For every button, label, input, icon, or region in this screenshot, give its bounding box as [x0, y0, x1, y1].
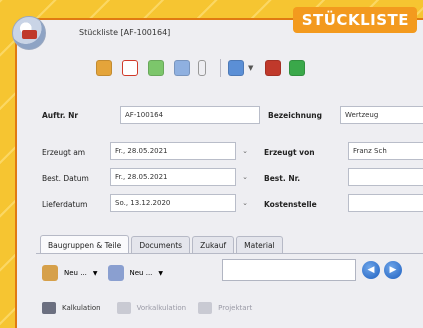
new-part-button[interactable]: Neu ...	[130, 269, 153, 277]
chevron-down-icon[interactable]: ⌄	[238, 194, 252, 212]
projektart-button[interactable]: Projektart	[218, 304, 252, 312]
search-input[interactable]	[222, 259, 356, 281]
sub-toolbar: Neu ... ▼ Neu ... ▼	[42, 262, 163, 284]
list-icon[interactable]	[198, 60, 206, 76]
stueckliste-badge: STÜCKLISTE	[292, 7, 417, 33]
erzeugt-von-field[interactable]: Franz Sch	[348, 142, 423, 160]
chevron-down-icon[interactable]: ▼	[248, 64, 253, 72]
new-assembly-icon[interactable]	[42, 265, 58, 281]
lieferdatum-field[interactable]: So., 13.12.2020	[110, 194, 236, 212]
export-green-icon[interactable]	[148, 60, 164, 76]
auftr-nr-field[interactable]: AF-100164	[120, 106, 260, 124]
tools-green-icon[interactable]	[289, 60, 306, 76]
chevron-down-icon[interactable]: ⌄	[238, 142, 252, 160]
best-datum-field[interactable]: Fr., 28.05.2021	[110, 168, 236, 186]
best-datum-label: Best. Datum	[42, 174, 89, 183]
users-icon[interactable]	[228, 60, 244, 76]
chevron-down-icon[interactable]: ▼	[158, 270, 163, 277]
tab-zukauf[interactable]: Zukauf	[192, 236, 235, 254]
new-document-icon[interactable]	[122, 60, 138, 76]
erzeugt-am-label: Erzeugt am	[42, 148, 86, 157]
tools-icon[interactable]	[265, 60, 282, 76]
lieferdatum-label: Lieferdatum	[42, 200, 88, 209]
kostenstelle-field[interactable]	[348, 194, 423, 212]
erzeugt-von-label: Erzeugt von	[264, 148, 315, 157]
import-blue-icon[interactable]	[174, 60, 190, 76]
vorkalkulation-button[interactable]: Vorkalkulation	[137, 304, 187, 312]
app-logo-icon	[12, 16, 46, 50]
save-icon[interactable]	[96, 60, 112, 76]
auftr-nr-label: Auftr. Nr	[42, 111, 79, 120]
tab-material[interactable]: Material	[236, 236, 283, 254]
new-assembly-button[interactable]: Neu ...	[64, 269, 87, 277]
erzeugt-am-field[interactable]: Fr., 28.05.2021	[110, 142, 236, 160]
window-title: Stückliste [AF-100164]	[79, 27, 171, 37]
kalkulation-button[interactable]: Kalkulation	[62, 304, 101, 312]
tab-documents[interactable]: Documents	[131, 236, 191, 254]
next-icon[interactable]: ▶	[384, 261, 402, 279]
bezeichnung-label: Bezeichnung	[268, 111, 322, 120]
project-type-icon	[198, 302, 213, 314]
new-part-icon[interactable]	[107, 265, 124, 281]
bezeichnung-field[interactable]: Wertzeug	[340, 106, 423, 124]
toolbar-separator	[220, 59, 221, 77]
precalc-icon	[116, 302, 131, 314]
chevron-down-icon[interactable]: ▼	[93, 270, 98, 277]
tab-baugruppen[interactable]: Baugruppen & Teile	[40, 235, 130, 254]
calculator-icon	[42, 302, 56, 314]
detail-tabs: Baugruppen & Teile Documents Zukauf Mate…	[40, 234, 283, 254]
action-row: Kalkulation Vorkalkulation Projektart	[42, 298, 252, 318]
chevron-down-icon[interactable]: ⌄	[238, 168, 252, 186]
previous-icon[interactable]: ◀	[362, 261, 380, 279]
kostenstelle-label: Kostenstelle	[264, 200, 317, 209]
main-toolbar: ▼	[96, 55, 306, 81]
best-nr-label: Best. Nr.	[264, 174, 301, 183]
best-nr-field[interactable]	[348, 168, 423, 186]
